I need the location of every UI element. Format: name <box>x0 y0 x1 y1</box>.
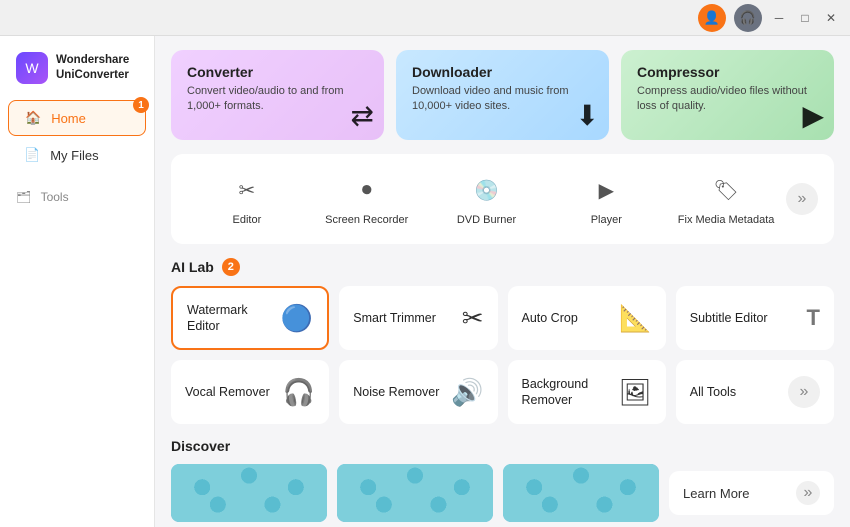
screen-recorder-icon: ⏺ <box>349 172 385 208</box>
editor-icon: ✂ <box>229 172 265 208</box>
subtitle-editor-icon: T <box>807 305 820 331</box>
user-icon[interactable]: 👤 <box>698 4 726 32</box>
headset-icon[interactable]: 🎧 <box>734 4 762 32</box>
watermark-editor-icon: 🔵 <box>281 303 313 334</box>
auto-crop-icon: 📐 <box>619 303 651 334</box>
ai-card-vocal-remover[interactable]: Vocal Remover 🎧 <box>171 360 329 424</box>
vocal-remover-icon: 🎧 <box>283 377 315 408</box>
myfiles-icon: 📄 <box>24 147 40 163</box>
converter-card[interactable]: Converter Convert video/audio to and fro… <box>171 50 384 140</box>
logo: W Wondershare UniConverter <box>0 46 154 98</box>
compressor-title: Compressor <box>637 64 818 80</box>
close-button[interactable]: ✕ <box>822 9 840 27</box>
ai-card-watermark-editor[interactable]: Watermark Editor 🔵 <box>171 286 329 350</box>
background-remover-icon: 🖼 <box>619 377 652 408</box>
sidebar: W Wondershare UniConverter 🏠 Home 1 📄 My… <box>0 36 155 527</box>
discover-thumb-3 <box>503 464 659 522</box>
player-icon: ▶ <box>588 172 624 208</box>
discover-section: Discover Learn More » <box>171 438 834 522</box>
feature-cards: Converter Convert video/audio to and fro… <box>171 50 834 140</box>
tool-fix-media-metadata[interactable]: 🏷 Fix Media Metadata <box>666 166 786 232</box>
ai-card-auto-crop[interactable]: Auto Crop 📐 <box>508 286 666 350</box>
converter-desc: Convert video/audio to and from 1,000+ f… <box>187 84 368 115</box>
discover-thumb-1 <box>171 464 327 522</box>
compressor-card[interactable]: Compressor Compress audio/video files wi… <box>621 50 834 140</box>
discover-images: Learn More » <box>171 464 834 522</box>
downloader-desc: Download video and music from 10,000+ vi… <box>412 84 593 115</box>
home-badge: 1 <box>133 97 149 113</box>
maximize-button[interactable]: □ <box>796 9 814 27</box>
logo-icon: W <box>16 52 48 84</box>
ai-card-subtitle-editor[interactable]: Subtitle Editor T <box>676 286 834 350</box>
titlebar-controls: 👤 🎧 ─ □ ✕ <box>698 4 840 32</box>
tools-row: ✂ Editor ⏺ Screen Recorder 💿 DVD Burner … <box>171 154 834 244</box>
logo-text: Wondershare UniConverter <box>56 53 129 83</box>
noise-remover-icon: 🔊 <box>451 377 483 408</box>
tools-icon: 🗂 <box>16 190 31 204</box>
minimize-button[interactable]: ─ <box>770 9 788 27</box>
content-area: Converter Convert video/audio to and fro… <box>155 36 850 527</box>
titlebar: 👤 🎧 ─ □ ✕ <box>0 0 850 36</box>
tool-editor[interactable]: ✂ Editor <box>187 166 307 232</box>
ai-card-all-tools[interactable]: All Tools » <box>676 360 834 424</box>
ai-card-background-remover[interactable]: Background Remover 🖼 <box>508 360 666 424</box>
learn-more-button[interactable]: Learn More » <box>669 471 834 515</box>
learn-more-chevron-icon: » <box>796 481 820 505</box>
sidebar-item-home[interactable]: 🏠 Home 1 <box>8 100 146 136</box>
all-tools-icon: » <box>788 376 820 408</box>
compressor-desc: Compress audio/video files without loss … <box>637 84 818 115</box>
downloader-title: Downloader <box>412 64 593 80</box>
ai-lab-badge: 2 <box>222 258 240 276</box>
compressor-icon: ▶ <box>802 99 824 132</box>
home-icon: 🏠 <box>25 110 41 126</box>
converter-title: Converter <box>187 64 368 80</box>
smart-trimmer-icon: ✂ <box>462 303 484 334</box>
ai-card-smart-trimmer[interactable]: Smart Trimmer ✂ <box>339 286 497 350</box>
tool-player[interactable]: ▶ Player <box>546 166 666 232</box>
ai-lab-grid: Watermark Editor 🔵 Smart Trimmer ✂ Auto … <box>171 286 834 424</box>
app-body: W Wondershare UniConverter 🏠 Home 1 📄 My… <box>0 36 850 527</box>
discover-header: Discover <box>171 438 834 454</box>
fix-media-metadata-icon: 🏷 <box>708 172 744 208</box>
dvd-burner-icon: 💿 <box>468 172 504 208</box>
ai-card-noise-remover[interactable]: Noise Remover 🔊 <box>339 360 497 424</box>
ai-lab-title: AI Lab <box>171 259 214 275</box>
tools-section-label: 🗂 Tools <box>0 174 154 210</box>
tool-screen-recorder[interactable]: ⏺ Screen Recorder <box>307 166 427 232</box>
converter-icon: ⇄ <box>351 99 374 132</box>
ai-lab-header: AI Lab 2 <box>171 258 834 276</box>
tool-dvd-burner[interactable]: 💿 DVD Burner <box>427 166 547 232</box>
tools-more-button[interactable]: » <box>786 183 818 215</box>
discover-title: Discover <box>171 438 230 454</box>
downloader-card[interactable]: Downloader Download video and music from… <box>396 50 609 140</box>
sidebar-item-myfiles[interactable]: 📄 My Files <box>8 138 146 172</box>
downloader-icon: ⬇ <box>576 99 599 132</box>
discover-thumb-2 <box>337 464 493 522</box>
